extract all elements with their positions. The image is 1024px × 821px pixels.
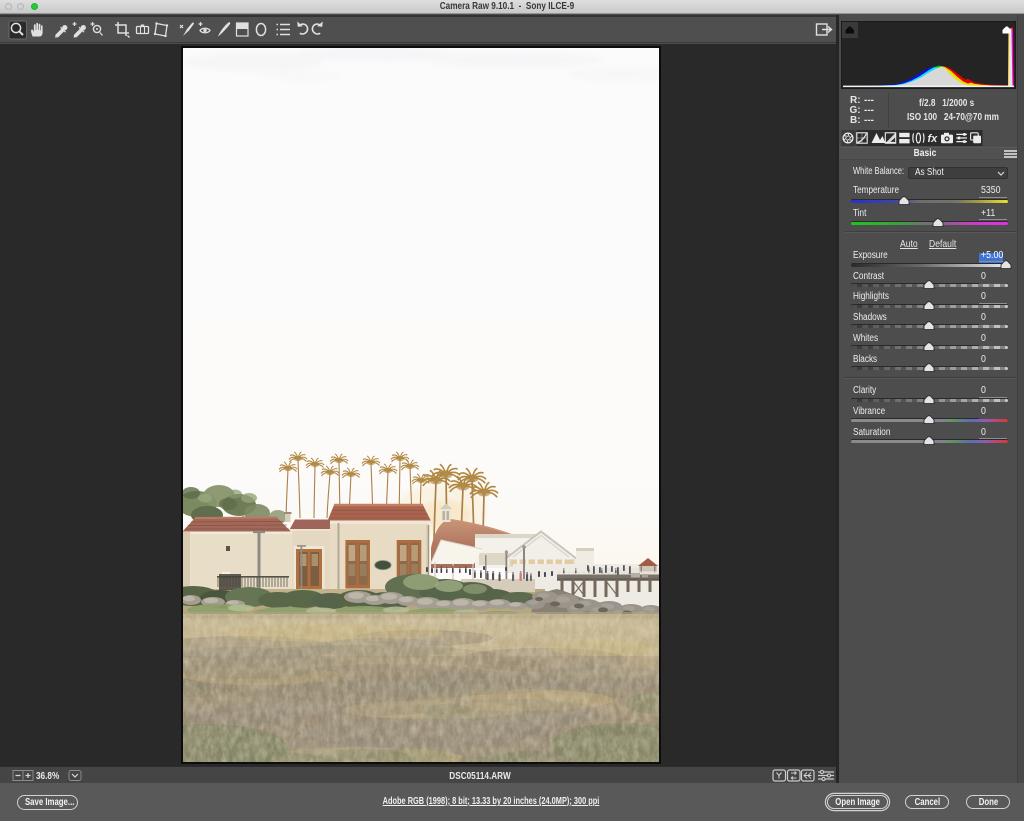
svg-text:fx: fx bbox=[928, 133, 939, 145]
